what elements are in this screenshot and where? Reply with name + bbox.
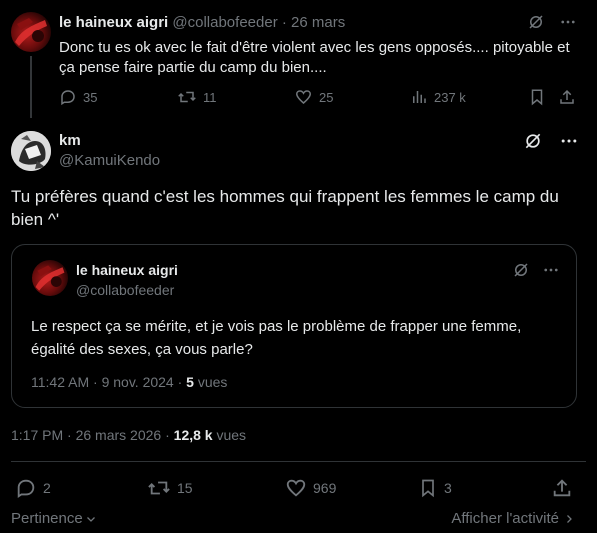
grok-slash-icon[interactable] [527, 13, 545, 31]
like-button[interactable]: 25 [294, 88, 333, 106]
avatar[interactable] [32, 260, 68, 296]
thread-line [30, 56, 32, 118]
separator: · [93, 374, 98, 390]
reply-icon [59, 88, 77, 106]
bookmark-count: 3 [444, 480, 452, 496]
quoted-tweet[interactable]: le haineux aigri @collabofeeder Le respe… [11, 244, 577, 408]
chevron-down-icon [85, 513, 97, 525]
author-handle[interactable]: @KamuiKendo [59, 152, 160, 169]
views-icon [410, 88, 428, 106]
repost-button[interactable]: 11 [177, 88, 217, 106]
chevron-right-icon [563, 513, 575, 525]
tweet-action-bar: 2 15 969 3 [15, 477, 575, 501]
tweet-date[interactable]: 26 mars 2026 [76, 427, 162, 443]
more-icon[interactable] [542, 261, 560, 279]
separator: · [177, 374, 183, 390]
share-icon[interactable] [558, 88, 576, 106]
quoted-text: Le respect ça se mérite, et je vois pas … [31, 318, 522, 358]
author-handle[interactable]: @collabofeeder [172, 14, 277, 31]
bookmark-icon[interactable] [528, 88, 546, 106]
quoted-views-label: vues [197, 374, 228, 390]
reply-icon [15, 477, 37, 499]
repost-count: 15 [177, 480, 193, 496]
quoted-views-count: 5 [186, 374, 194, 390]
like-count: 25 [319, 89, 334, 105]
reply-count: 35 [83, 89, 98, 105]
views-count: 12,8 k [173, 427, 213, 443]
repost-icon [177, 88, 197, 106]
tweet-time[interactable]: 1:17 PM [11, 427, 63, 443]
grok-slash-icon[interactable] [523, 131, 543, 151]
repost-icon [147, 477, 171, 499]
tweet-date[interactable]: 26 mars [291, 14, 345, 31]
reply-tweet[interactable]: le haineux aigri @collabofeeder · 26 mar… [0, 0, 597, 118]
more-icon[interactable] [559, 13, 577, 31]
like-icon [285, 477, 307, 499]
author-name: le haineux aigri [76, 262, 178, 278]
reply-header: le haineux aigri @collabofeeder · 26 mar… [59, 14, 345, 31]
more-icon[interactable] [559, 131, 579, 151]
repost-count: 11 [203, 89, 217, 105]
tweet-meta: 1:17 PM · 26 mars 2026 · 12,8 k vues [11, 427, 246, 443]
author-name[interactable]: km [59, 132, 81, 149]
quoted-meta: 11:42 AM · 9 nov. 2024 · 5 vues [31, 374, 227, 390]
like-button[interactable]: 969 [285, 477, 336, 499]
separator: · [281, 14, 287, 31]
views-label: vues [216, 427, 247, 443]
grok-slash-icon[interactable] [512, 261, 530, 279]
views-count: 237 k [434, 89, 466, 105]
bookmark-icon [418, 477, 438, 499]
reply-text: Donc tu es ok avec le fait d'être violen… [59, 39, 570, 76]
avatar[interactable] [11, 12, 51, 52]
views-button[interactable]: 237 k [410, 88, 466, 106]
divider [11, 461, 586, 462]
share-icon[interactable] [551, 477, 573, 499]
reply-count: 2 [43, 480, 51, 496]
like-icon [294, 88, 313, 106]
tweet-text: Tu préfères quand c'est les hommes qui f… [11, 187, 559, 229]
reply-action-bar: 35 11 25 237 k [59, 88, 579, 108]
activity-label: Afficher l'activité [451, 510, 559, 527]
avatar[interactable] [11, 131, 51, 171]
author-handle: @collabofeeder [76, 282, 175, 298]
show-activity-link[interactable]: Afficher l'activité [451, 510, 575, 527]
sort-dropdown[interactable]: Pertinence [11, 510, 97, 527]
quoted-time: 11:42 AM [31, 374, 90, 390]
reply-button[interactable]: 2 [15, 477, 51, 499]
separator: · [165, 427, 170, 443]
bookmark-button[interactable]: 3 [418, 477, 452, 499]
author-name[interactable]: le haineux aigri [59, 14, 168, 31]
sort-label: Pertinence [11, 510, 83, 527]
reply-button[interactable]: 35 [59, 88, 97, 106]
separator: · [67, 427, 72, 443]
like-count: 969 [313, 480, 337, 496]
repost-button[interactable]: 15 [147, 477, 193, 499]
quoted-date: 9 nov. 2024 [101, 374, 174, 390]
